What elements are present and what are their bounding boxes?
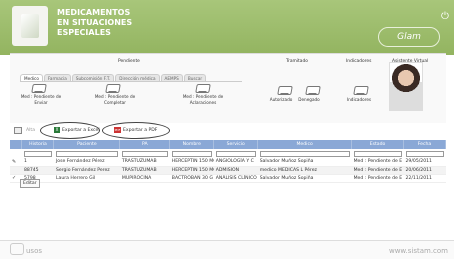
alta-button[interactable]: Alta [26, 128, 35, 133]
cell-estado: Med : Pendiente de E [351, 158, 404, 167]
editar-button[interactable]: Editar [20, 179, 40, 188]
table-row[interactable]: 88745 Sergio Fernández Perez TRASTUZUMAB… [10, 166, 446, 175]
cell-pa: TRASTUZUMAB [119, 166, 170, 175]
cell-medico: Salvador Muñoz Sopiña [257, 174, 352, 183]
cell-estado: Med : Pendiente de E [351, 174, 404, 183]
cell-nombre: BACTROBAN 30 G FI [169, 174, 214, 183]
app-title-line-3: ESPECIALES [57, 28, 111, 37]
col-header-medico[interactable]: Medico [257, 140, 353, 149]
new-record-icon[interactable] [14, 127, 22, 134]
summary-panel: Pendiente Tramitado Indicadores Asistent… [10, 53, 446, 123]
col-indicadores: Indicadores [346, 59, 372, 64]
cell-medico: medico MEDICAS L Pérez [257, 166, 352, 175]
col-header-pa[interactable]: PA [119, 140, 171, 149]
filter-cell-historia [22, 149, 54, 158]
virtual-assistant-avatar[interactable] [389, 62, 423, 111]
cell-servicio: ANGIOLOGÍA Y C [213, 158, 258, 167]
brand-logo: Glam [378, 27, 440, 47]
filter-fecha-input[interactable] [405, 150, 444, 157]
filter-historia-input[interactable] [23, 150, 52, 157]
filter-cell-select [10, 149, 22, 158]
tray-label-pendiente-aclaraciones[interactable]: Med : Pendiente de Aclaraciones [170, 94, 236, 106]
tray-icon-autorizado[interactable] [277, 86, 293, 95]
cell-paciente: Laura Herrero Gil [53, 174, 120, 183]
tray-label-pendiente-completar[interactable]: Med : Pendiente de Completar [88, 94, 142, 106]
tray-label-pendiente-enviar[interactable]: Med : Pendiente de Enviar [16, 94, 66, 106]
filter-nombre-input[interactable] [171, 150, 212, 157]
cell-servicio: ANÁLISIS CLÍNICO [213, 174, 258, 183]
tray-icon-pendiente-enviar[interactable] [31, 84, 47, 93]
cell-fecha: 29/05/2011 [403, 158, 446, 167]
cell-paciente: Sergio Fernández Perez [53, 166, 120, 175]
cell-pa: TRASTUZUMAB [119, 158, 170, 167]
grid-toolbar: Alta X Exportar a Excel PDF Exportar a P… [10, 122, 446, 139]
table-row[interactable]: ✎ 1 Jose Fernández Pérez TRASTUZUMAB HER… [10, 158, 446, 167]
cell-fecha: 20/06/2011 [403, 166, 446, 175]
col-header-servicio[interactable]: Servicio [213, 140, 259, 149]
cell-historia: 1 [21, 158, 54, 167]
filter-row [10, 149, 446, 158]
footer-left-text: usos [26, 247, 43, 255]
requests-table: Historia Paciente PA Nombre Servicio Med… [10, 140, 446, 183]
footer-website-link[interactable]: www.sistam.com [389, 247, 448, 255]
col-header-historia[interactable]: Historia [21, 140, 55, 149]
app-title: MEDICAMENTOS EN SITUACIONES ESPECIALES [57, 8, 132, 38]
app-title-line-1: MEDICAMENTOS [57, 8, 131, 17]
filter-medico-input[interactable] [259, 150, 350, 157]
row-edit-icon[interactable]: ✎ [10, 158, 22, 167]
filter-pa-input[interactable] [121, 150, 168, 157]
tabs-divider [20, 81, 242, 82]
col-header-paciente[interactable]: Paciente [53, 140, 121, 149]
cell-medico: Salvador Muñoz Sopiña [257, 158, 352, 167]
col-tramitado: Tramitado [286, 59, 308, 64]
tray-icon-indicadores[interactable] [353, 86, 369, 95]
filter-cell-fecha [404, 149, 446, 158]
filter-cell-nombre [170, 149, 214, 158]
col-pendiente: Pendiente [118, 59, 140, 64]
row-select-cell[interactable] [10, 166, 22, 175]
tray-label-denegado[interactable]: Denegado [294, 97, 324, 103]
tray-icon-pendiente-aclaraciones[interactable] [195, 84, 211, 93]
filter-paciente-input[interactable] [55, 150, 118, 157]
cell-pa: MUPIROCINA [119, 174, 170, 183]
cell-nombre: HERCEPTIN 150 MG [169, 158, 214, 167]
filter-cell-pa [120, 149, 170, 158]
col-header-estado[interactable]: Estado [351, 140, 404, 149]
tray-icon-pendiente-completar[interactable] [105, 84, 121, 93]
col-header-nombre[interactable]: Nombre [169, 140, 215, 149]
pdf-highlight-oval [102, 122, 170, 139]
tray-icon-denegado[interactable] [305, 86, 321, 95]
tray-label-indicadores[interactable]: Indicadores [342, 97, 376, 103]
table-header-row: Historia Paciente PA Nombre Servicio Med… [10, 140, 446, 149]
cell-estado: Med : Pendiente de E [351, 166, 404, 175]
filter-cell-estado [352, 149, 404, 158]
app-title-line-2: EN SITUACIONES [57, 18, 133, 27]
power-icon[interactable]: ⏻ [441, 11, 449, 22]
app-logo [12, 6, 48, 46]
footer-logo-icon [10, 243, 24, 255]
cell-historia: 88745 [21, 166, 54, 175]
app-header: MEDICAMENTOS EN SITUACIONES ESPECIALES G… [0, 0, 454, 55]
cell-fecha: 22/11/2011 [403, 174, 446, 183]
filter-cell-medico [258, 149, 352, 158]
cell-servicio: ADMISION [213, 166, 258, 175]
excel-highlight-oval [40, 122, 100, 139]
col-header-fecha[interactable]: Fecha [403, 140, 446, 149]
filter-cell-paciente [54, 149, 120, 158]
col-header-select [10, 140, 23, 149]
page-footer: usos www.sistam.com [0, 240, 454, 259]
filter-estado-input[interactable] [353, 150, 402, 157]
filter-servicio-input[interactable] [215, 150, 256, 157]
cell-nombre: HERCEPTIN 150 MG [169, 166, 214, 175]
cell-paciente: Jose Fernández Pérez [53, 158, 120, 167]
filter-cell-servicio [214, 149, 258, 158]
table-row[interactable]: ✓ 5798 Laura Herrero Gil MUPIROCINA BACT… [10, 174, 446, 183]
tray-label-autorizado[interactable]: Autorizado [266, 97, 296, 103]
